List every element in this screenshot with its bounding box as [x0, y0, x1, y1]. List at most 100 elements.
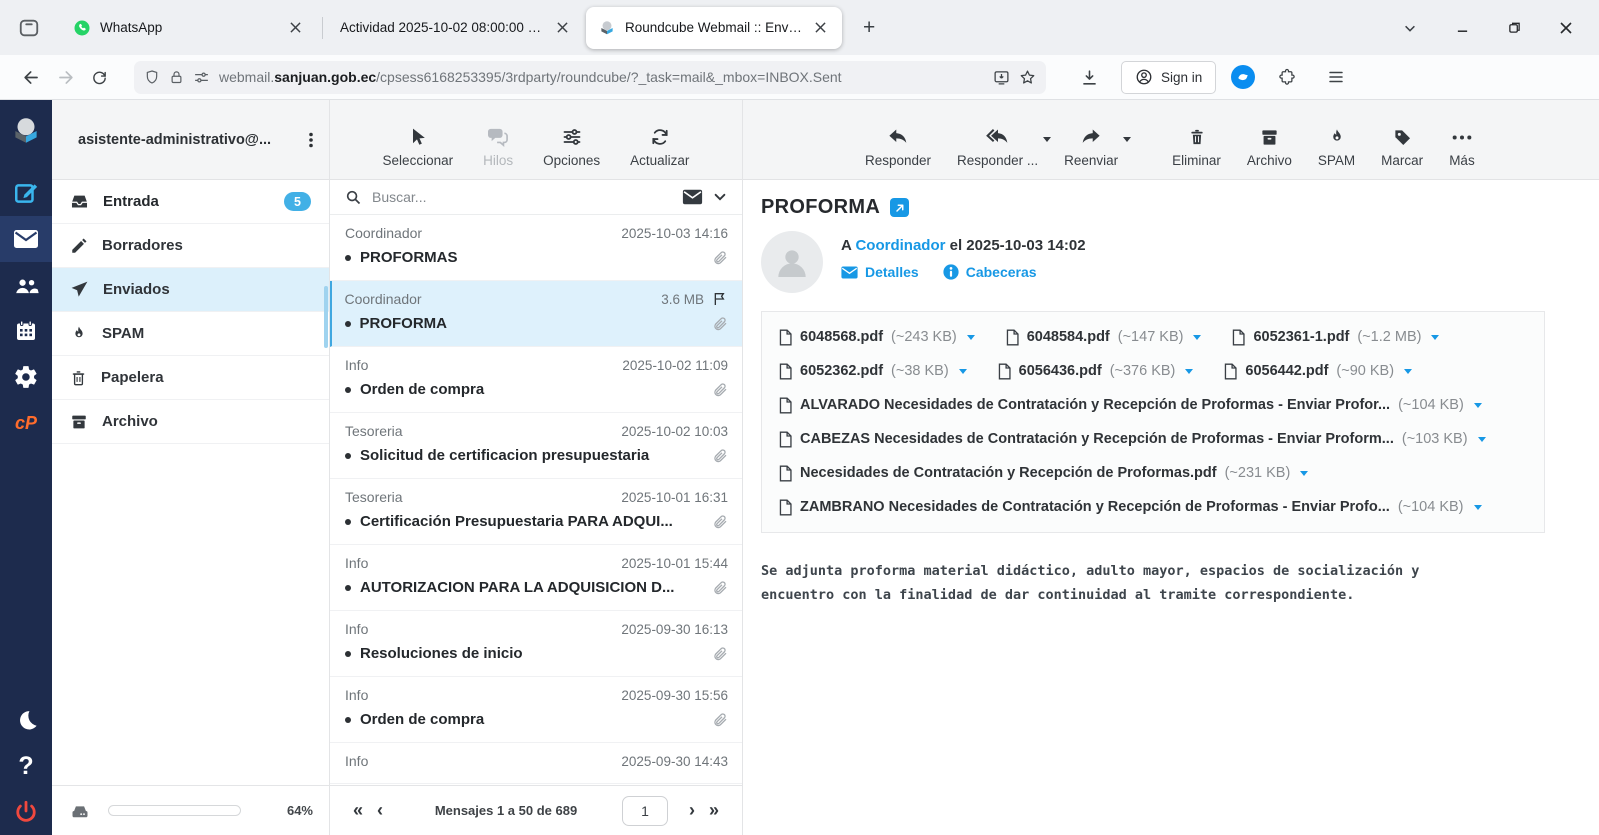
permissions-icon[interactable] [193, 70, 210, 85]
attachment[interactable]: 6048568.pdf(~243 KB) [778, 320, 975, 354]
shield-icon[interactable] [144, 69, 160, 85]
search-chevron-icon[interactable] [713, 190, 727, 204]
new-tab-button[interactable]: + [853, 14, 885, 42]
window-restore-button[interactable] [1493, 11, 1535, 45]
quota-percent: 64% [287, 803, 313, 818]
attachment[interactable]: ALVARADO Necesidades de Contratación y R… [778, 388, 1528, 422]
message-row-selected[interactable]: Coordinador3.6 MB PROFORMA [330, 281, 742, 347]
folder-papelera[interactable]: Papelera [52, 356, 329, 400]
extensions-puzzle-icon[interactable] [1270, 61, 1304, 93]
message-row[interactable]: Coordinador2025-10-03 14:16 PROFORMAS [330, 215, 742, 281]
last-page-button[interactable]: » [702, 800, 726, 821]
logout-power-button[interactable] [0, 789, 52, 835]
cpanel-button[interactable]: cP [0, 400, 52, 446]
kebab-menu-icon[interactable] [303, 131, 319, 149]
rail-settings-button[interactable] [0, 354, 52, 400]
attachment[interactable]: Necesidades de Contratación y Recepción … [778, 456, 1528, 490]
message-date: el 2025-10-03 14:02 [950, 237, 1086, 254]
firefox-account-icon[interactable] [1231, 65, 1255, 89]
reload-button[interactable] [82, 61, 116, 93]
list-toolbar: Seleccionar Hilos Opciones Actualizar [330, 100, 742, 180]
open-in-new-window-icon[interactable] [890, 198, 909, 217]
reply-all-button[interactable]: Responder ... [957, 128, 1038, 168]
bookmark-star-icon[interactable] [1019, 69, 1036, 86]
message-row[interactable]: Info2025-09-30 14:43 [330, 743, 742, 784]
options-button[interactable]: Opciones [543, 127, 600, 168]
rail-contacts-button[interactable] [0, 262, 52, 308]
folder-entrada[interactable]: Entrada 5 [52, 180, 329, 224]
folders-scrollbar-thumb[interactable] [324, 286, 328, 348]
folder-spam[interactable]: SPAM [52, 312, 329, 356]
recipient-link[interactable]: Coordinador [855, 237, 945, 254]
delete-button[interactable]: Eliminar [1172, 127, 1221, 168]
tab-close-icon[interactable] [286, 20, 305, 35]
tab-roundcube-active[interactable]: Roundcube Webmail :: Enviados [586, 7, 842, 49]
reply-all-icon [986, 128, 1010, 147]
url-text[interactable]: webmail.sanjuan.gob.ec/cpsess6168253395/… [219, 69, 984, 85]
archive-button[interactable]: Archivo [1247, 128, 1292, 168]
message-row[interactable]: Info2025-10-02 11:09 Orden de compra [330, 347, 742, 413]
attachment[interactable]: 6048584.pdf(~147 KB) [1005, 320, 1202, 354]
tab-close-icon[interactable] [811, 20, 830, 35]
reply-button[interactable]: Responder [865, 128, 931, 168]
search-input[interactable] [372, 189, 672, 205]
compose-button[interactable] [0, 170, 52, 216]
first-page-button[interactable]: « [346, 800, 370, 821]
folder-enviados[interactable]: Enviados [52, 268, 329, 312]
refresh-button[interactable]: Actualizar [630, 127, 689, 168]
next-page-button[interactable]: › [682, 800, 702, 821]
forward-button[interactable] [48, 61, 82, 93]
back-button[interactable] [14, 61, 48, 93]
search-scope-mail-icon[interactable] [682, 189, 703, 205]
window-minimize-button[interactable] [1441, 11, 1483, 45]
folder-archivo[interactable]: Archivo [52, 400, 329, 444]
more-button[interactable]: Más [1449, 128, 1475, 168]
reading-pane: Responder Responder ... Reenviar Elimina… [743, 100, 1599, 835]
menu-hamburger-icon[interactable] [1319, 61, 1353, 93]
save-page-icon[interactable] [993, 69, 1010, 86]
rail-calendar-button[interactable] [0, 308, 52, 354]
select-button[interactable]: Seleccionar [383, 127, 454, 168]
account-header: asistente-administrativo@... [52, 100, 329, 180]
attachment[interactable]: 6056436.pdf(~376 KB) [997, 354, 1194, 388]
attachment[interactable]: ZAMBRANO Necesidades de Contratación y R… [778, 490, 1528, 524]
dark-mode-moon-button[interactable] [0, 697, 52, 743]
lock-icon[interactable] [169, 70, 184, 85]
message-row[interactable]: Info2025-09-30 15:56 Orden de compra [330, 677, 742, 743]
flag-icon [712, 291, 728, 307]
url-bar[interactable]: webmail.sanjuan.gob.ec/cpsess6168253395/… [134, 61, 1046, 94]
downloads-icon[interactable] [1072, 61, 1106, 93]
firefox-view-icon[interactable] [12, 11, 46, 45]
tab-list-chevron-icon[interactable] [1389, 11, 1431, 45]
details-toggle[interactable]: Detalles [841, 264, 919, 280]
help-button[interactable]: ? [0, 743, 52, 789]
account-icon [1135, 68, 1153, 86]
message-list-panel: Seleccionar Hilos Opciones Actualizar Co [330, 100, 743, 835]
tab-whatsapp[interactable]: WhatsApp [61, 7, 317, 49]
tab-close-icon[interactable] [553, 20, 572, 35]
page-number-input[interactable] [622, 796, 668, 826]
mark-button[interactable]: Marcar [1381, 128, 1423, 168]
rail-mail-button[interactable] [0, 216, 52, 262]
message-row[interactable]: Tesoreria2025-10-02 10:03 Solicitud de c… [330, 413, 742, 479]
unread-dot [345, 519, 351, 525]
tab-actividad[interactable]: Actividad 2025-10-02 08:00:00 | Mo [328, 7, 584, 49]
message-subject: PROFORMA [761, 196, 880, 219]
message-row[interactable]: Info2025-09-30 16:13 Resoluciones de ini… [330, 611, 742, 677]
paper-plane-icon [70, 280, 89, 299]
attachment[interactable]: 6052361-1.pdf(~1.2 MB) [1231, 320, 1439, 354]
attachment[interactable]: 6056442.pdf(~90 KB) [1223, 354, 1412, 388]
window-close-button[interactable] [1545, 11, 1587, 45]
pdf-icon [778, 397, 792, 414]
spam-button[interactable]: SPAM [1318, 127, 1355, 168]
forward-button[interactable]: Reenviar [1064, 128, 1118, 168]
sign-in-button[interactable]: Sign in [1121, 61, 1216, 94]
headers-toggle[interactable]: Cabeceras [943, 264, 1037, 280]
pdf-icon [1231, 329, 1245, 346]
attachment[interactable]: CABEZAS Necesidades de Contratación y Re… [778, 422, 1528, 456]
message-row[interactable]: Info2025-10-01 15:44 AUTORIZACION PARA L… [330, 545, 742, 611]
prev-page-button[interactable]: ‹ [370, 800, 390, 821]
message-row[interactable]: Tesoreria2025-10-01 16:31 Certificación … [330, 479, 742, 545]
attachment[interactable]: 6052362.pdf(~38 KB) [778, 354, 967, 388]
folder-borradores[interactable]: Borradores [52, 224, 329, 268]
